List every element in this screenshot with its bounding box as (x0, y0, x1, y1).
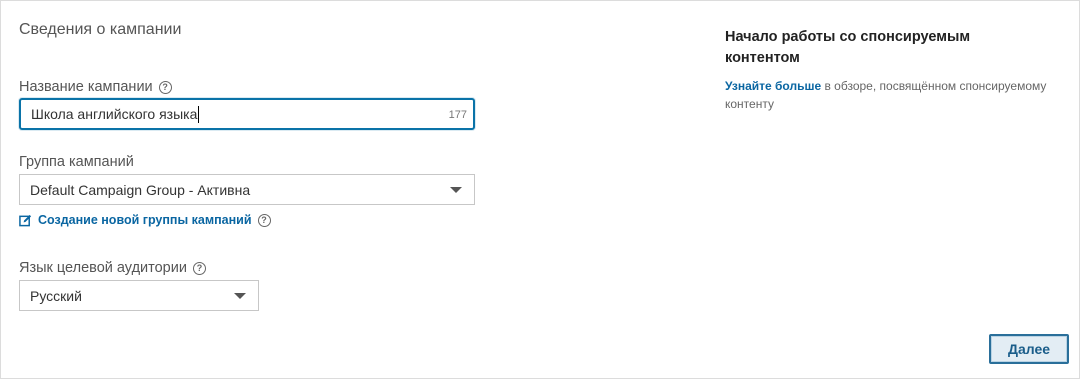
char-counter: 177 (448, 109, 467, 121)
audience-language-label-text: Язык целевой аудитории (19, 260, 187, 276)
campaign-group-select[interactable]: Default Campaign Group - Активна (19, 174, 475, 205)
campaign-name-value: Школа английского языка (31, 106, 198, 122)
campaign-group-label: Группа кампаний (19, 154, 134, 170)
campaign-group-selected: Default Campaign Group - Активна (30, 181, 251, 198)
edit-icon (19, 214, 32, 226)
help-icon[interactable]: ? (257, 213, 271, 227)
audience-language-select[interactable]: Русский (19, 280, 259, 311)
help-icon[interactable]: ? (192, 261, 206, 275)
audience-language-selected: Русский (30, 287, 82, 304)
section-title: Сведения о кампании (19, 21, 182, 38)
aside-title: Начало работы со спонсируемым контентом (725, 29, 971, 66)
campaign-name-label-text: Название кампании (19, 79, 153, 95)
text-cursor (198, 105, 200, 123)
help-icon[interactable]: ? (158, 80, 172, 94)
chevron-down-icon (450, 186, 462, 193)
chevron-down-icon (234, 292, 246, 299)
create-campaign-group-link[interactable]: Создание новой группы кампаний ? (19, 213, 271, 227)
campaign-details-panel: Сведения о кампании Название кампании ? … (0, 0, 1080, 379)
campaign-group-label-text: Группа кампаний (19, 154, 134, 170)
learn-more-link[interactable]: Узнайте больше (725, 79, 821, 93)
audience-language-label: Язык целевой аудитории ? (19, 260, 206, 276)
aside-text: Узнайте больше в обзоре, посвящённом спо… (725, 77, 1065, 113)
campaign-name-input[interactable]: Школа английского языка 177 (19, 98, 475, 130)
campaign-name-label: Название кампании ? (19, 79, 172, 95)
next-button[interactable]: Далее (989, 334, 1069, 364)
create-campaign-group-text: Создание новой группы кампаний (38, 213, 252, 227)
